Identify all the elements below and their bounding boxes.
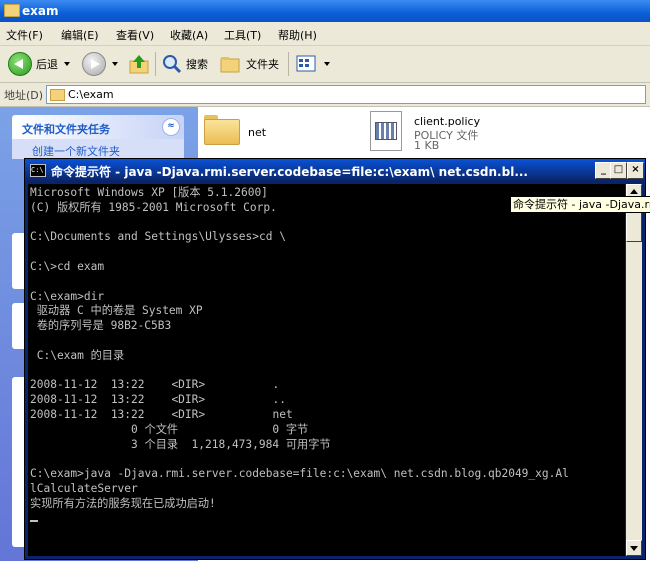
folders-button[interactable]: 文件夹 (220, 51, 279, 77)
menu-favorites[interactable]: 收藏(A) (170, 27, 208, 43)
toolbar-separator (288, 52, 289, 76)
menu-edit[interactable]: 编辑(E) (61, 27, 99, 43)
folder-icon (204, 115, 240, 145)
cmd-icon[interactable]: C:\ (30, 164, 46, 177)
back-button[interactable]: 后退 (8, 51, 70, 77)
task-pane-title: 文件和文件夹任务 (22, 123, 110, 136)
folder-up-icon (129, 55, 149, 74)
task-pane-header[interactable]: 文件和文件夹任务 ≈ (12, 115, 184, 139)
console-output[interactable]: Microsoft Windows XP [版本 5.1.2600] (C) 版… (28, 184, 625, 556)
folders-label: 文件夹 (246, 58, 279, 71)
collapse-icon[interactable]: ≈ (162, 118, 180, 136)
scroll-down-arrow-icon[interactable] (626, 540, 642, 556)
explorer-title-bar[interactable]: exam (0, 0, 650, 22)
address-value: C:\exam (68, 88, 114, 101)
task-new-folder-link[interactable]: 创建一个新文件夹 (32, 143, 120, 159)
cmd-title: 命令提示符 - java -Djava.rmi.server.codebase=… (51, 165, 528, 179)
address-bar: 地址(D) C:\exam (0, 83, 650, 107)
menu-view[interactable]: 查看(V) (116, 27, 154, 43)
vertical-scrollbar[interactable] (626, 184, 642, 556)
address-label: 地址(D) (4, 89, 44, 102)
folder-icon (50, 89, 65, 101)
back-label: 后退 (36, 58, 58, 71)
forward-button[interactable] (82, 51, 118, 77)
toolbar: 后退 搜索 文件夹 (0, 46, 650, 83)
close-button[interactable]: × (627, 162, 644, 179)
cmd-window: C:\ 命令提示符 - java -Djava.rmi.server.codeb… (24, 158, 646, 560)
menu-bar: 文件(F) 编辑(E) 查看(V) 收藏(A) 工具(T) 帮助(H) (0, 22, 650, 46)
folders-icon (220, 57, 240, 73)
chevron-down-icon[interactable] (112, 62, 118, 66)
file-list: net client.policy POLICY 文件 1 KB (198, 107, 650, 157)
policy-file-icon (370, 111, 402, 151)
address-field[interactable]: C:\exam (46, 85, 646, 104)
forward-arrow-icon (82, 52, 106, 76)
chevron-down-icon[interactable] (64, 62, 70, 66)
toolbar-separator (155, 52, 156, 76)
file-name: net (248, 126, 267, 139)
chevron-down-icon[interactable] (324, 62, 330, 66)
menu-file[interactable]: 文件(F) (6, 27, 43, 43)
title-tooltip: 命令提示符 - java -Djava.rmi.server.codebase=… (510, 196, 650, 213)
explorer-title: exam (22, 4, 59, 18)
folder-icon (4, 4, 20, 17)
search-label: 搜索 (186, 58, 208, 71)
file-size: 1 KB (414, 139, 440, 152)
menu-tools[interactable]: 工具(T) (224, 27, 261, 43)
cmd-title-bar[interactable]: C:\ 命令提示符 - java -Djava.rmi.server.codeb… (25, 159, 645, 181)
search-button[interactable]: 搜索 (162, 51, 208, 77)
console-text: Microsoft Windows XP [版本 5.1.2600] (C) 版… (30, 186, 569, 510)
maximize-button[interactable]: □ (610, 162, 627, 179)
up-button[interactable] (128, 51, 150, 77)
search-icon (163, 55, 182, 74)
task-pane-body: 创建一个新文件夹 (12, 139, 184, 159)
views-icon (296, 55, 316, 72)
menu-help[interactable]: 帮助(H) (278, 27, 317, 43)
text-cursor (30, 519, 38, 522)
views-button[interactable] (296, 51, 330, 77)
back-arrow-icon (8, 52, 32, 76)
